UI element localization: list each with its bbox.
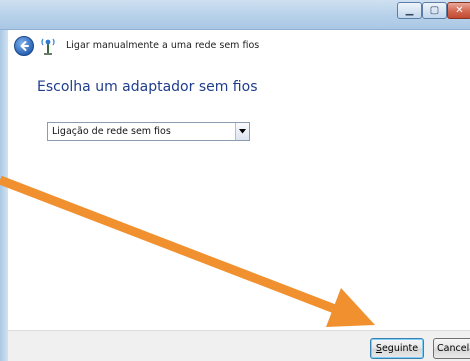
title-bar[interactable]: ▁ ▢ ✕ [0, 0, 470, 30]
maximize-button[interactable]: ▢ [422, 2, 447, 19]
chevron-down-icon [239, 129, 246, 134]
page-heading: Escolha um adaptador sem fios [37, 79, 258, 95]
adapter-dropdown[interactable]: Ligação de rede sem fios [47, 122, 250, 141]
adapter-dropdown-value: Ligação de rede sem fios [52, 126, 171, 137]
next-button[interactable]: Seguinte [370, 338, 424, 359]
back-arrow-icon [20, 41, 29, 51]
back-button[interactable] [14, 36, 34, 56]
annotation-arrow-shaft [0, 175, 342, 316]
maximize-icon: ▢ [429, 4, 440, 16]
wizard-nav-bar: Ligar manualmente a uma rede sem fios [8, 30, 470, 62]
wireless-network-icon [41, 38, 55, 55]
close-button[interactable]: ✕ [447, 2, 470, 19]
window-frame-left [0, 0, 8, 361]
cancel-button[interactable]: Cancelar [433, 338, 470, 359]
wizard-title: Ligar manualmente a uma rede sem fios [66, 40, 260, 51]
close-icon: ✕ [455, 4, 464, 16]
annotation-arrow-head [326, 288, 375, 327]
minimize-button[interactable]: ▁ [397, 2, 422, 19]
next-button-label: eguinte [381, 343, 419, 354]
wizard-footer: Seguinte Cancelar [8, 330, 470, 361]
adapter-dropdown-button[interactable] [235, 123, 249, 140]
minimize-icon: ▁ [405, 4, 414, 16]
wizard-window: ▁ ▢ ✕ Ligar manualmente a uma rede sem f… [0, 0, 470, 361]
